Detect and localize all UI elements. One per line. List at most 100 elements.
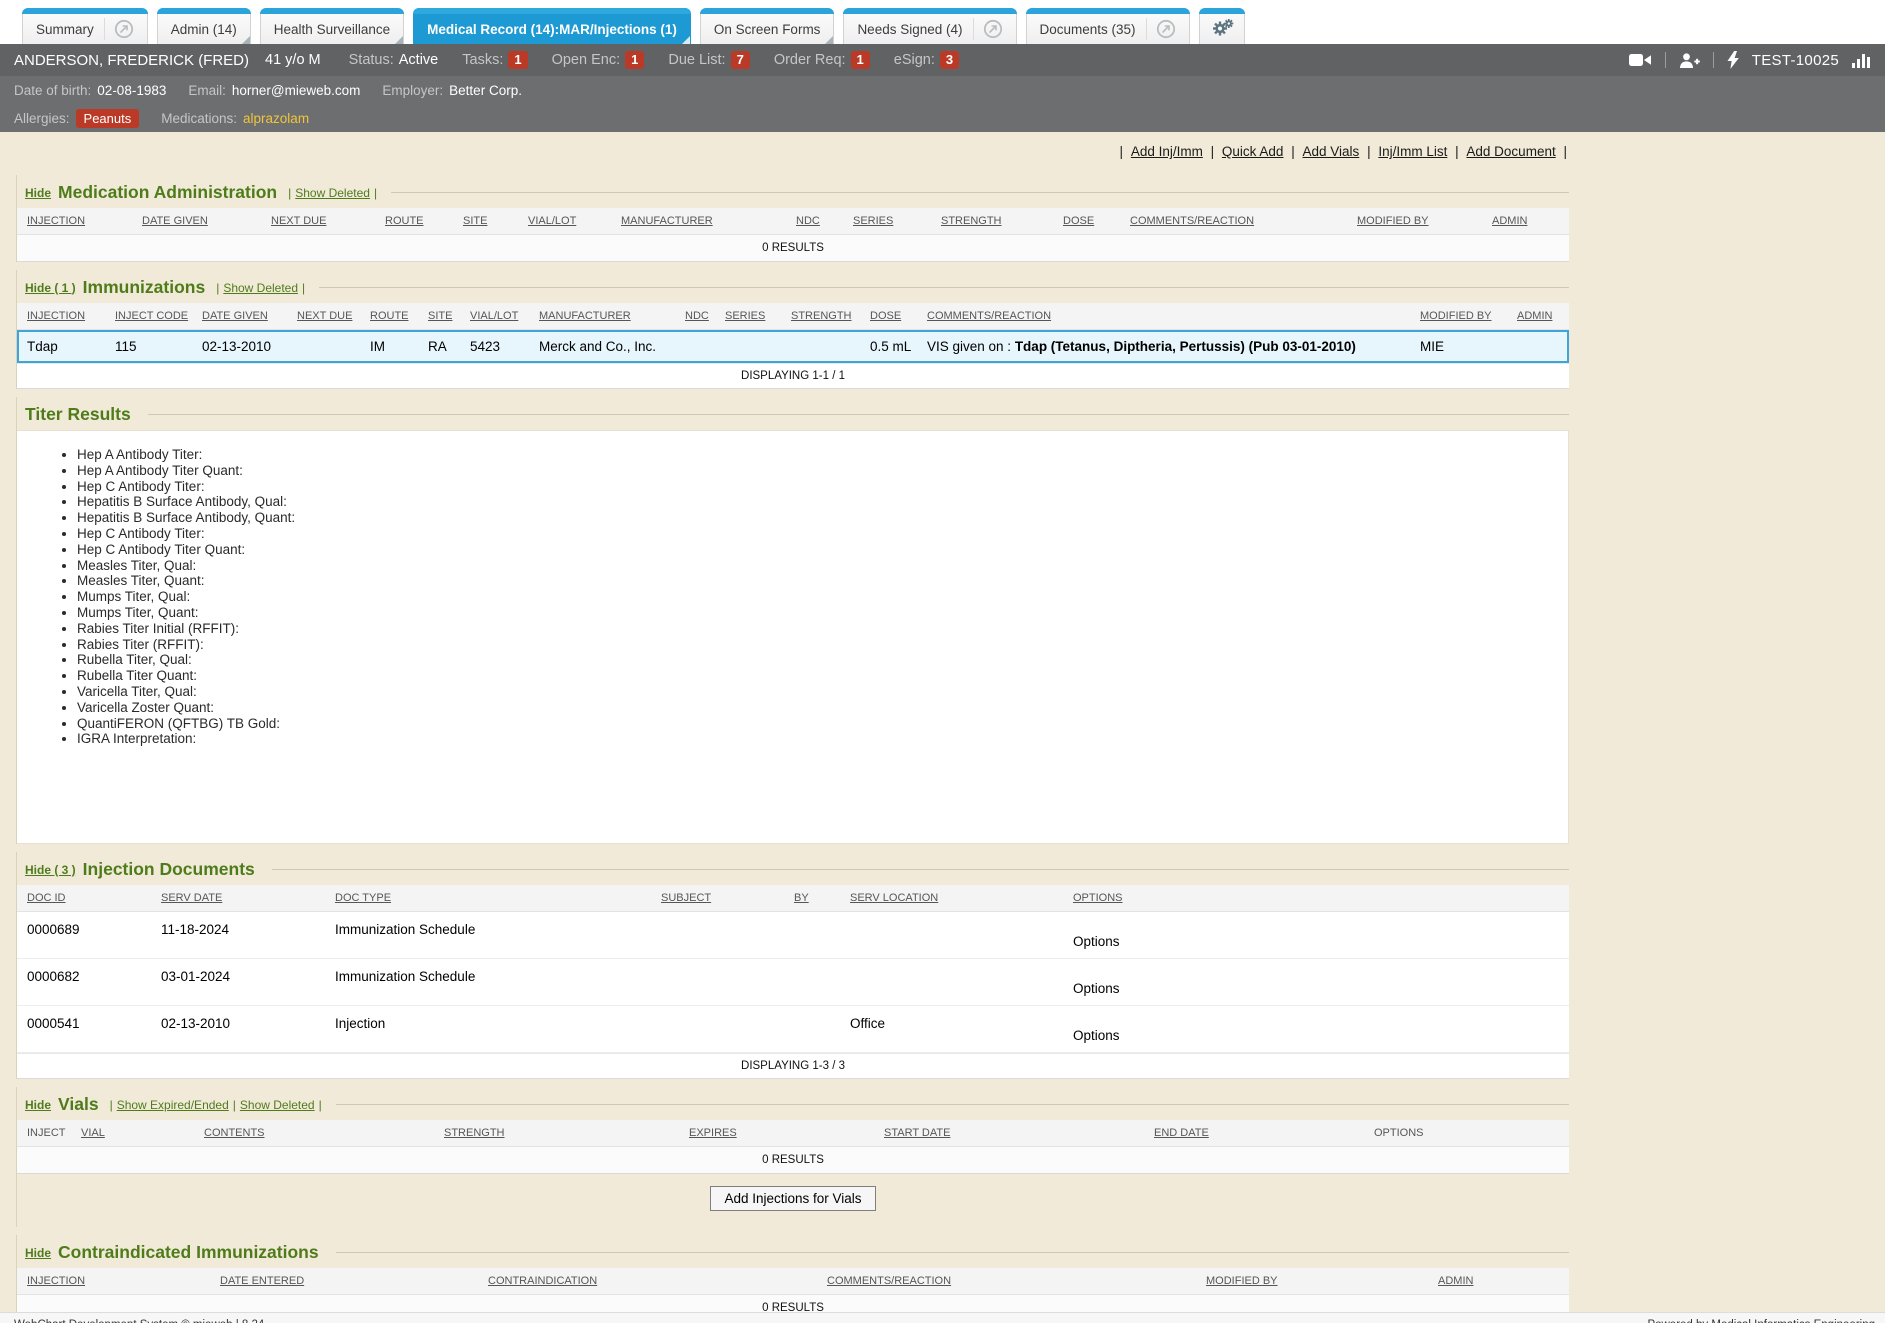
col-route[interactable]: ROUTE	[385, 215, 463, 227]
hide-link[interactable]: Hide	[25, 1098, 51, 1112]
bar-chart-icon[interactable]	[1852, 52, 1871, 68]
options-link[interactable]: Options	[1073, 912, 1569, 958]
esign-badge[interactable]: 3	[940, 51, 959, 69]
show-deleted-link[interactable]: Show Deleted	[240, 1098, 315, 1112]
add-person-icon[interactable]	[1679, 52, 1700, 69]
medications-value[interactable]: alprazolam	[243, 111, 309, 126]
col-ndc[interactable]: NDC	[685, 310, 725, 322]
col-date-given[interactable]: DATE GIVEN	[142, 215, 271, 227]
options-label[interactable]: Options	[1073, 934, 1120, 949]
col-manufacturer[interactable]: MANUFACTURER	[539, 310, 685, 322]
col-injection[interactable]: INJECTION	[27, 310, 115, 322]
tab-summary[interactable]: Summary	[22, 8, 148, 44]
tab-medical-record[interactable]: Medical Record (14):MAR/Injections (1)	[413, 8, 691, 44]
summary-popout-button[interactable]	[104, 18, 134, 40]
show-deleted-link[interactable]: Show Deleted	[223, 281, 298, 295]
show-expired-link[interactable]: Show Expired/Ended	[117, 1098, 229, 1112]
hide-link[interactable]: Hide	[25, 1246, 51, 1260]
col-strength[interactable]: STRENGTH	[941, 215, 1063, 227]
esign-counter[interactable]: eSign: 3	[894, 51, 959, 69]
col-injection[interactable]: INJECTION	[27, 1275, 220, 1287]
col-manufacturer[interactable]: MANUFACTURER	[621, 215, 796, 227]
tab-documents[interactable]: Documents (35)	[1026, 8, 1190, 44]
options-link[interactable]: Options	[1073, 959, 1569, 1005]
tasks-counter[interactable]: Tasks: 1	[462, 51, 527, 69]
needs-signed-popout-button[interactable]	[973, 18, 1003, 40]
col-comments[interactable]: COMMENTS/REACTION	[1130, 215, 1357, 227]
tab-on-screen-forms[interactable]: On Screen Forms	[700, 8, 835, 44]
col-modified-by[interactable]: MODIFIED BY	[1420, 310, 1517, 322]
col-series[interactable]: SERIES	[725, 310, 791, 322]
due-list-counter[interactable]: Due List: 7	[668, 51, 749, 69]
document-row[interactable]: 0000541 02-13-2010 Injection Office Opti…	[17, 1006, 1569, 1053]
options-label[interactable]: Options	[1073, 1028, 1120, 1043]
due-list-badge[interactable]: 7	[731, 51, 750, 69]
col-doc-type[interactable]: DOC TYPE	[335, 892, 661, 904]
col-date-given[interactable]: DATE GIVEN	[202, 310, 297, 322]
col-by[interactable]: BY	[794, 892, 850, 904]
add-injections-for-vials-button[interactable]: Add Injections for Vials	[710, 1186, 875, 1211]
col-options[interactable]: OPTIONS	[1073, 892, 1569, 904]
col-serv-location[interactable]: SERV LOCATION	[850, 892, 1073, 904]
col-site[interactable]: SITE	[463, 215, 528, 227]
inj-imm-list-link[interactable]: Inj/Imm List	[1378, 144, 1447, 159]
col-doc-id[interactable]: DOC ID	[27, 892, 161, 904]
add-vials-link[interactable]: Add Vials	[1303, 144, 1360, 159]
tab-needs-signed[interactable]: Needs Signed (4)	[843, 8, 1016, 44]
add-document-link[interactable]: Add Document	[1466, 144, 1555, 159]
col-site[interactable]: SITE	[428, 310, 470, 322]
order-req-counter[interactable]: Order Req: 1	[774, 51, 870, 69]
col-admin[interactable]: ADMIN	[1517, 310, 1569, 322]
col-serv-date[interactable]: SERV DATE	[161, 892, 335, 904]
col-date-entered[interactable]: DATE ENTERED	[220, 1275, 488, 1287]
tab-health-surveillance[interactable]: Health Surveillance	[260, 8, 404, 44]
col-strength[interactable]: STRENGTH	[791, 310, 870, 322]
hide-link[interactable]: Hide	[25, 186, 51, 200]
col-next-due[interactable]: NEXT DUE	[297, 310, 370, 322]
hide-link[interactable]: Hide ( 1 )	[25, 281, 76, 295]
document-row[interactable]: 0000689 11-18-2024 Immunization Schedule…	[17, 912, 1569, 959]
col-contraindication[interactable]: CONTRAINDICATION	[488, 1275, 827, 1287]
col-modified-by[interactable]: MODIFIED BY	[1357, 215, 1492, 227]
col-comments[interactable]: COMMENTS/REACTION	[927, 310, 1420, 322]
col-vial[interactable]: VIAL	[81, 1127, 204, 1139]
col-modified-by[interactable]: MODIFIED BY	[1206, 1275, 1438, 1287]
col-subject[interactable]: SUBJECT	[661, 892, 794, 904]
immunization-row-tdap[interactable]: Tdap 115 02-13-2010 IM RA 5423 Merck and…	[17, 330, 1569, 363]
quick-add-link[interactable]: Quick Add	[1222, 144, 1284, 159]
col-next-due[interactable]: NEXT DUE	[271, 215, 385, 227]
options-label[interactable]: Options	[1073, 981, 1120, 996]
document-row[interactable]: 0000682 03-01-2024 Immunization Schedule…	[17, 959, 1569, 1006]
col-admin[interactable]: ADMIN	[1438, 1275, 1569, 1287]
col-start-date[interactable]: START DATE	[884, 1127, 1154, 1139]
hide-link[interactable]: Hide ( 3 )	[25, 863, 76, 877]
tasks-badge[interactable]: 1	[508, 51, 527, 69]
col-dose[interactable]: DOSE	[870, 310, 927, 322]
open-enc-badge[interactable]: 1	[625, 51, 644, 69]
order-req-badge[interactable]: 1	[851, 51, 870, 69]
col-series[interactable]: SERIES	[853, 215, 941, 227]
col-end-date[interactable]: END DATE	[1154, 1127, 1374, 1139]
lightning-bolt-icon[interactable]	[1727, 51, 1739, 69]
video-camera-icon[interactable]	[1629, 52, 1652, 68]
col-route[interactable]: ROUTE	[370, 310, 428, 322]
col-admin[interactable]: ADMIN	[1492, 215, 1569, 227]
show-deleted-link[interactable]: Show Deleted	[295, 186, 370, 200]
documents-popout-button[interactable]	[1146, 18, 1176, 40]
col-comments[interactable]: COMMENTS/REACTION	[827, 1275, 1206, 1287]
col-injection[interactable]: INJECTION	[27, 215, 142, 227]
options-link[interactable]: Options	[1073, 1006, 1569, 1052]
col-ndc[interactable]: NDC	[796, 215, 853, 227]
col-expires[interactable]: EXPIRES	[689, 1127, 884, 1139]
open-enc-counter[interactable]: Open Enc: 1	[552, 51, 645, 69]
col-contents[interactable]: CONTENTS	[204, 1127, 444, 1139]
col-vial-lot[interactable]: VIAL/LOT	[470, 310, 539, 322]
col-vial-lot[interactable]: VIAL/LOT	[528, 215, 621, 227]
tab-admin[interactable]: Admin (14)	[157, 8, 251, 44]
tab-settings-button[interactable]	[1199, 8, 1245, 44]
col-strength[interactable]: STRENGTH	[444, 1127, 689, 1139]
col-dose[interactable]: DOSE	[1063, 215, 1130, 227]
add-inj-imm-link[interactable]: Add Inj/Imm	[1131, 144, 1203, 159]
col-inject-code[interactable]: INJECT CODE	[115, 310, 202, 322]
allergy-badge[interactable]: Peanuts	[76, 109, 140, 128]
